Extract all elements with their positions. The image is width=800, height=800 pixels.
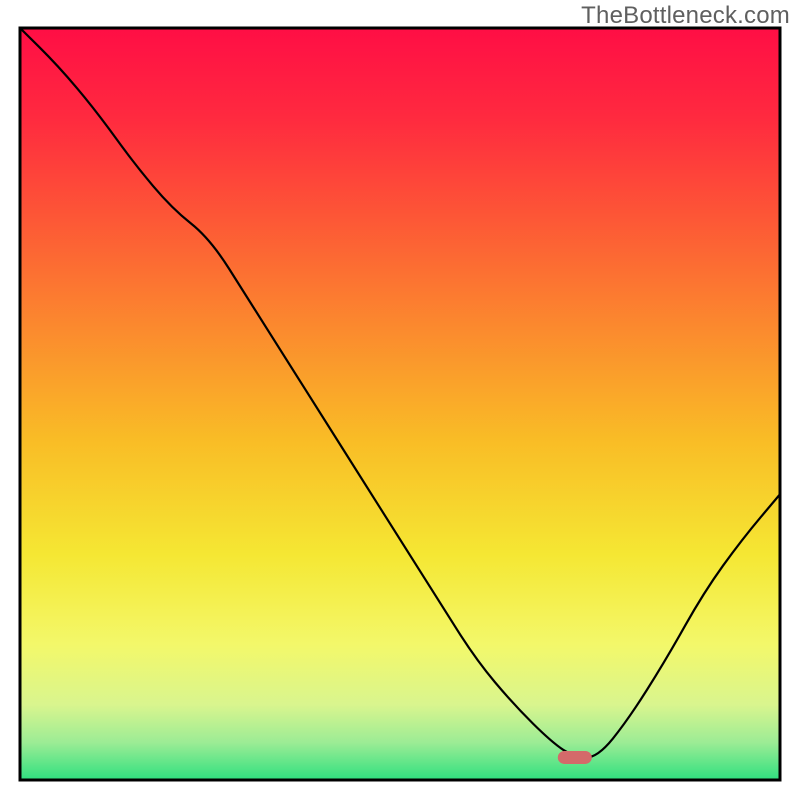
plot-area: [20, 28, 780, 780]
chart-container: TheBottleneck.com: [0, 0, 800, 800]
optimum-marker: [558, 751, 592, 764]
bottleneck-chart: [0, 0, 800, 800]
watermark-text: TheBottleneck.com: [581, 2, 790, 30]
gradient-background: [20, 28, 780, 780]
